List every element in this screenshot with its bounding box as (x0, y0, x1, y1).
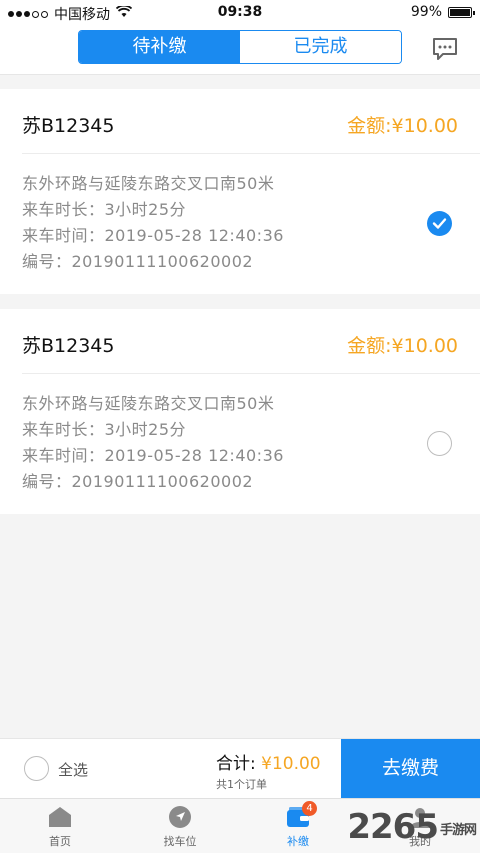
tab-home[interactable]: 首页 (20, 805, 100, 849)
watermark-number: 2265 (347, 807, 439, 847)
select-all-label[interactable]: 全选 (58, 759, 88, 780)
order-count: 共1个订单 (216, 778, 267, 791)
total-label: 合计: (216, 754, 256, 774)
order-location: 东外环路与延陵东路交叉口南50米 (22, 394, 275, 413)
segmented-control: 待补缴 已完成 (78, 30, 402, 64)
select-all-checkbox[interactable] (24, 756, 49, 781)
watermark-logo: 2265 手游网 (347, 807, 477, 847)
total-amount: 合计: ¥10.00 (216, 749, 321, 774)
order-info: 东外环路与延陵东路交叉口南50米 来车时长：3小时25分 来车时间：2019-0… (22, 171, 284, 275)
order-time: 来车时间：2019-05-28 12:40:36 (22, 226, 284, 245)
navigation-icon (168, 805, 192, 829)
divider (22, 153, 480, 154)
tab-pending[interactable]: 待补缴 (79, 31, 240, 63)
tab-label: 首页 (49, 835, 71, 848)
plate-number: 苏B12345 (22, 335, 115, 357)
battery-icon (448, 6, 475, 18)
order-checkbox-checked[interactable] (427, 211, 452, 236)
notification-badge: 4 (302, 801, 317, 816)
tab-payment[interactable]: 4 补缴 (258, 801, 338, 849)
tab-bar: 首页 找车位 4 补缴 我的 2265 手游网 (0, 798, 480, 853)
order-number: 编号：20190111100620002 (22, 252, 254, 271)
order-checkbox[interactable] (427, 431, 452, 456)
order-duration: 来车时长：3小时25分 (22, 420, 187, 439)
order-amount: 金额:¥10.00 (347, 335, 458, 357)
order-time: 来车时间：2019-05-28 12:40:36 (22, 446, 284, 465)
status-right: 99% (410, 4, 475, 20)
tab-completed[interactable]: 已完成 (240, 31, 401, 63)
watermark-text: 手游网 (439, 823, 477, 838)
tab-find-parking[interactable]: 找车位 (140, 805, 220, 849)
plate-number: 苏B12345 (22, 115, 115, 137)
order-card[interactable]: 苏B12345 金额:¥10.00 东外环路与延陵东路交叉口南50米 来车时长：… (0, 309, 480, 514)
pay-button[interactable]: 去缴费 (341, 739, 480, 798)
order-card[interactable]: 苏B12345 金额:¥10.00 东外环路与延陵东路交叉口南50米 来车时长：… (0, 89, 480, 294)
total-value: ¥10.00 (261, 754, 321, 774)
tab-label: 找车位 (163, 835, 197, 848)
order-info: 东外环路与延陵东路交叉口南50米 来车时长：3小时25分 来车时间：2019-0… (22, 391, 284, 495)
home-icon (48, 805, 72, 829)
order-amount: 金额:¥10.00 (347, 115, 458, 137)
order-duration: 来车时长：3小时25分 (22, 200, 187, 219)
battery-percent: 99% (410, 4, 442, 20)
tab-label: 补缴 (287, 835, 309, 848)
order-location: 东外环路与延陵东路交叉口南50米 (22, 174, 275, 193)
checkout-bar: 全选 合计: ¥10.00 共1个订单 去缴费 (0, 738, 480, 798)
order-number: 编号：20190111100620002 (22, 472, 254, 491)
divider (22, 373, 480, 374)
checkmark-icon (432, 218, 447, 229)
status-bar: 中国移动 09:38 99% (0, 0, 480, 24)
chat-bubble-icon[interactable] (432, 36, 458, 62)
header: 待补缴 已完成 (0, 24, 480, 75)
clock: 09:38 (217, 4, 263, 20)
